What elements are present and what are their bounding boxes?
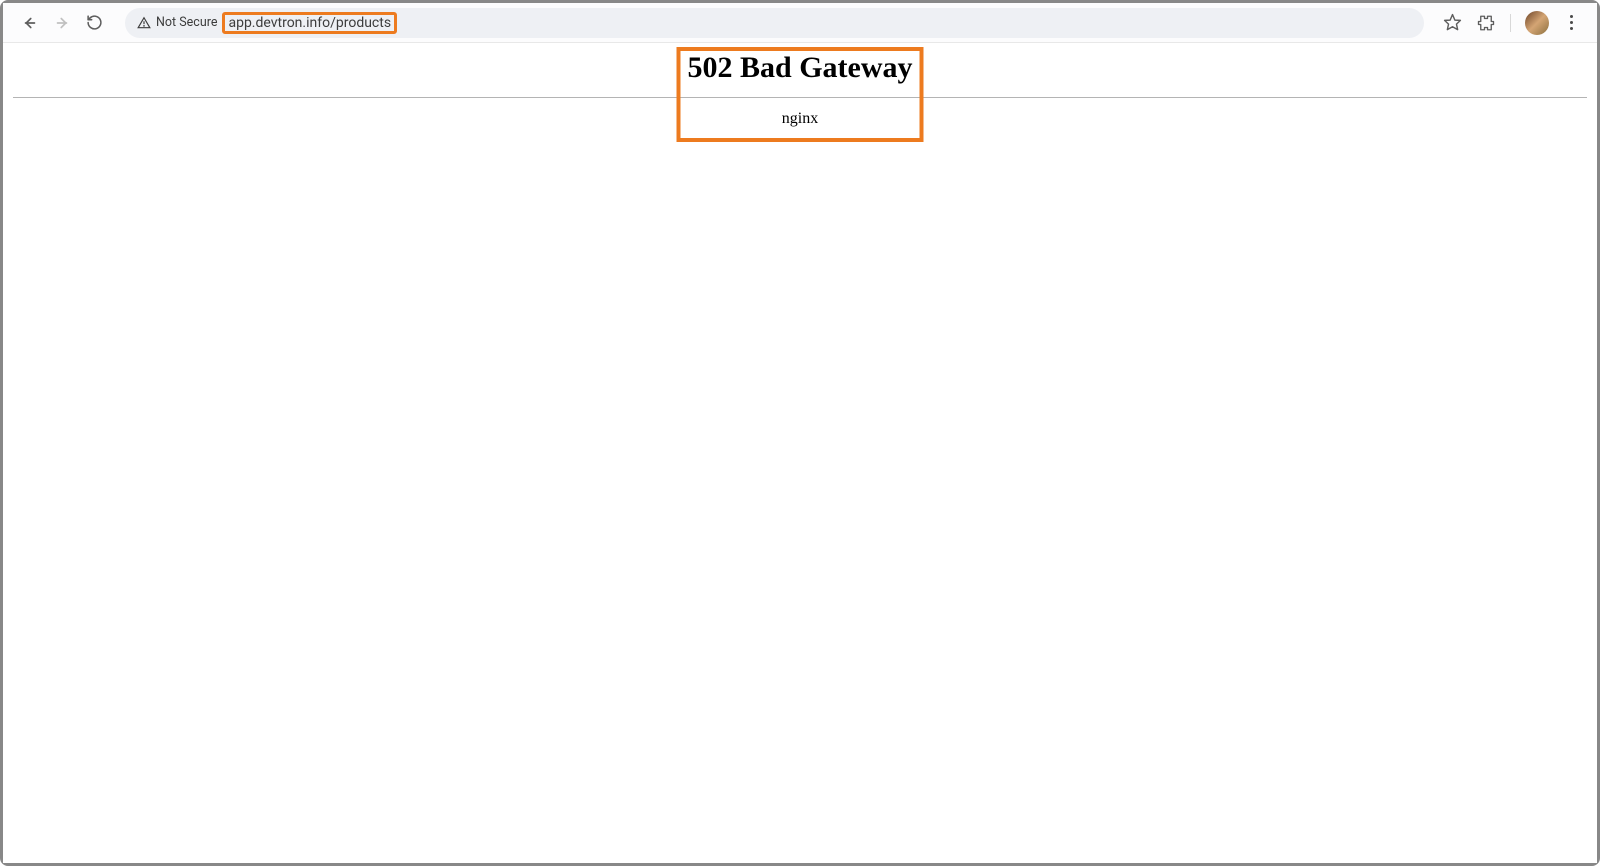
browser-menu-button[interactable]: [1563, 13, 1579, 33]
reload-button[interactable]: [83, 12, 105, 34]
server-name: nginx: [3, 110, 1597, 128]
page-content: 502 Bad Gateway nginx: [3, 43, 1597, 863]
not-secure-icon: [137, 16, 151, 30]
toolbar-right: [1442, 11, 1587, 35]
browser-toolbar: Not Secure app.devtron.info/products: [3, 3, 1597, 43]
bookmark-star-icon[interactable]: [1442, 13, 1462, 33]
divider: [13, 97, 1587, 98]
profile-avatar[interactable]: [1525, 11, 1549, 35]
url-text: app.devtron.info/products: [222, 12, 397, 34]
nav-button-group: [13, 12, 111, 34]
back-button[interactable]: [19, 12, 41, 34]
error-heading: 502 Bad Gateway: [688, 51, 913, 85]
error-page: 502 Bad Gateway nginx: [3, 43, 1597, 128]
extensions-icon[interactable]: [1476, 13, 1496, 33]
forward-button[interactable]: [51, 12, 73, 34]
security-indicator[interactable]: Not Secure: [137, 15, 217, 30]
address-bar[interactable]: Not Secure app.devtron.info/products: [125, 8, 1424, 38]
toolbar-separator: [1510, 14, 1511, 32]
security-label: Not Secure: [156, 15, 217, 30]
